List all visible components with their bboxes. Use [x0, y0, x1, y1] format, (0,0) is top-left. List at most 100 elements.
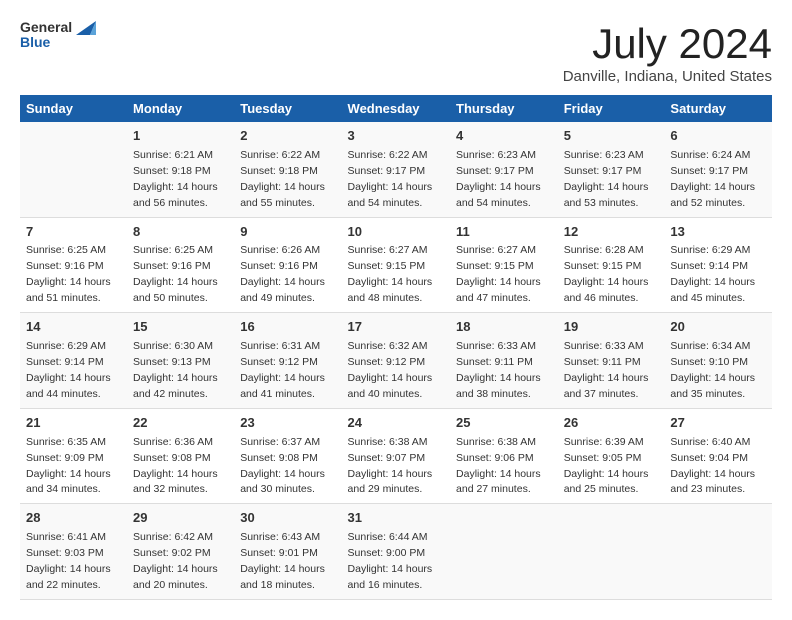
calendar-cell: 26 Sunrise: 6:39 AMSunset: 9:05 PMDaylig…: [558, 408, 665, 504]
calendar-cell: [664, 504, 772, 600]
calendar-cell: [20, 122, 127, 217]
day-number: 22: [133, 414, 228, 433]
cell-info: Sunrise: 6:27 AMSunset: 9:15 PMDaylight:…: [348, 244, 433, 304]
calendar-cell: 25 Sunrise: 6:38 AMSunset: 9:06 PMDaylig…: [450, 408, 558, 504]
calendar-cell: 11 Sunrise: 6:27 AMSunset: 9:15 PMDaylig…: [450, 217, 558, 313]
calendar-cell: 4 Sunrise: 6:23 AMSunset: 9:17 PMDayligh…: [450, 122, 558, 217]
cell-info: Sunrise: 6:38 AMSunset: 9:06 PMDaylight:…: [456, 436, 541, 496]
cell-info: Sunrise: 6:27 AMSunset: 9:15 PMDaylight:…: [456, 244, 541, 304]
calendar-cell: 17 Sunrise: 6:32 AMSunset: 9:12 PMDaylig…: [342, 313, 450, 409]
day-number: 28: [26, 509, 121, 528]
day-number: 8: [133, 223, 228, 242]
cell-info: Sunrise: 6:32 AMSunset: 9:12 PMDaylight:…: [348, 340, 433, 400]
cell-info: Sunrise: 6:39 AMSunset: 9:05 PMDaylight:…: [564, 436, 649, 496]
calendar-cell: 21 Sunrise: 6:35 AMSunset: 9:09 PMDaylig…: [20, 408, 127, 504]
cell-info: Sunrise: 6:29 AMSunset: 9:14 PMDaylight:…: [26, 340, 111, 400]
day-number: 1: [133, 127, 228, 146]
day-number: 26: [564, 414, 659, 433]
day-number: 4: [456, 127, 552, 146]
calendar-cell: 30 Sunrise: 6:43 AMSunset: 9:01 PMDaylig…: [234, 504, 341, 600]
day-number: 17: [348, 318, 444, 337]
day-number: 3: [348, 127, 444, 146]
calendar-cell: 14 Sunrise: 6:29 AMSunset: 9:14 PMDaylig…: [20, 313, 127, 409]
day-number: 9: [240, 223, 335, 242]
calendar-cell: 24 Sunrise: 6:38 AMSunset: 9:07 PMDaylig…: [342, 408, 450, 504]
cell-info: Sunrise: 6:34 AMSunset: 9:10 PMDaylight:…: [670, 340, 755, 400]
cell-info: Sunrise: 6:30 AMSunset: 9:13 PMDaylight:…: [133, 340, 218, 400]
calendar-cell: 5 Sunrise: 6:23 AMSunset: 9:17 PMDayligh…: [558, 122, 665, 217]
calendar-cell: 15 Sunrise: 6:30 AMSunset: 9:13 PMDaylig…: [127, 313, 234, 409]
cell-info: Sunrise: 6:44 AMSunset: 9:00 PMDaylight:…: [348, 531, 433, 591]
day-number: 7: [26, 223, 121, 242]
day-header-sunday: Sunday: [20, 95, 127, 122]
day-header-tuesday: Tuesday: [234, 95, 341, 122]
cell-info: Sunrise: 6:21 AMSunset: 9:18 PMDaylight:…: [133, 149, 218, 209]
calendar-week-1: 1 Sunrise: 6:21 AMSunset: 9:18 PMDayligh…: [20, 122, 772, 217]
day-number: 6: [670, 127, 766, 146]
calendar-week-3: 14 Sunrise: 6:29 AMSunset: 9:14 PMDaylig…: [20, 313, 772, 409]
day-number: 25: [456, 414, 552, 433]
day-number: 23: [240, 414, 335, 433]
cell-info: Sunrise: 6:33 AMSunset: 9:11 PMDaylight:…: [564, 340, 649, 400]
logo: General Blue: [20, 20, 96, 51]
cell-info: Sunrise: 6:22 AMSunset: 9:17 PMDaylight:…: [348, 149, 433, 209]
day-header-monday: Monday: [127, 95, 234, 122]
calendar-cell: 18 Sunrise: 6:33 AMSunset: 9:11 PMDaylig…: [450, 313, 558, 409]
logo-bird-icon: [76, 21, 96, 49]
calendar-cell: 31 Sunrise: 6:44 AMSunset: 9:00 PMDaylig…: [342, 504, 450, 600]
calendar-cell: 12 Sunrise: 6:28 AMSunset: 9:15 PMDaylig…: [558, 217, 665, 313]
cell-info: Sunrise: 6:31 AMSunset: 9:12 PMDaylight:…: [240, 340, 325, 400]
day-number: 27: [670, 414, 766, 433]
calendar-cell: 27 Sunrise: 6:40 AMSunset: 9:04 PMDaylig…: [664, 408, 772, 504]
calendar-cell: 16 Sunrise: 6:31 AMSunset: 9:12 PMDaylig…: [234, 313, 341, 409]
cell-info: Sunrise: 6:43 AMSunset: 9:01 PMDaylight:…: [240, 531, 325, 591]
logo-general: General: [20, 20, 72, 35]
cell-info: Sunrise: 6:26 AMSunset: 9:16 PMDaylight:…: [240, 244, 325, 304]
title-block: July 2024 Danville, Indiana, United Stat…: [563, 20, 772, 85]
day-number: 21: [26, 414, 121, 433]
cell-info: Sunrise: 6:28 AMSunset: 9:15 PMDaylight:…: [564, 244, 649, 304]
calendar-cell: 3 Sunrise: 6:22 AMSunset: 9:17 PMDayligh…: [342, 122, 450, 217]
day-number: 19: [564, 318, 659, 337]
calendar-cell: 23 Sunrise: 6:37 AMSunset: 9:08 PMDaylig…: [234, 408, 341, 504]
day-header-thursday: Thursday: [450, 95, 558, 122]
day-number: 24: [348, 414, 444, 433]
cell-info: Sunrise: 6:23 AMSunset: 9:17 PMDaylight:…: [456, 149, 541, 209]
day-header-wednesday: Wednesday: [342, 95, 450, 122]
calendar-cell: 8 Sunrise: 6:25 AMSunset: 9:16 PMDayligh…: [127, 217, 234, 313]
cell-info: Sunrise: 6:35 AMSunset: 9:09 PMDaylight:…: [26, 436, 111, 496]
calendar-cell: [558, 504, 665, 600]
calendar-cell: 20 Sunrise: 6:34 AMSunset: 9:10 PMDaylig…: [664, 313, 772, 409]
day-number: 29: [133, 509, 228, 528]
cell-info: Sunrise: 6:33 AMSunset: 9:11 PMDaylight:…: [456, 340, 541, 400]
cell-info: Sunrise: 6:24 AMSunset: 9:17 PMDaylight:…: [670, 149, 755, 209]
calendar-cell: 10 Sunrise: 6:27 AMSunset: 9:15 PMDaylig…: [342, 217, 450, 313]
day-number: 13: [670, 223, 766, 242]
calendar-week-4: 21 Sunrise: 6:35 AMSunset: 9:09 PMDaylig…: [20, 408, 772, 504]
day-number: 15: [133, 318, 228, 337]
day-number: 2: [240, 127, 335, 146]
day-number: 18: [456, 318, 552, 337]
cell-info: Sunrise: 6:25 AMSunset: 9:16 PMDaylight:…: [26, 244, 111, 304]
month-title: July 2024: [563, 20, 772, 68]
cell-info: Sunrise: 6:36 AMSunset: 9:08 PMDaylight:…: [133, 436, 218, 496]
cell-info: Sunrise: 6:29 AMSunset: 9:14 PMDaylight:…: [670, 244, 755, 304]
calendar-cell: [450, 504, 558, 600]
page-header: General Blue July 2024 Danville, Indiana…: [20, 20, 772, 85]
day-number: 12: [564, 223, 659, 242]
cell-info: Sunrise: 6:37 AMSunset: 9:08 PMDaylight:…: [240, 436, 325, 496]
cell-info: Sunrise: 6:42 AMSunset: 9:02 PMDaylight:…: [133, 531, 218, 591]
calendar-cell: 28 Sunrise: 6:41 AMSunset: 9:03 PMDaylig…: [20, 504, 127, 600]
day-number: 16: [240, 318, 335, 337]
cell-info: Sunrise: 6:23 AMSunset: 9:17 PMDaylight:…: [564, 149, 649, 209]
calendar-cell: 7 Sunrise: 6:25 AMSunset: 9:16 PMDayligh…: [20, 217, 127, 313]
day-number: 11: [456, 223, 552, 242]
calendar-cell: 29 Sunrise: 6:42 AMSunset: 9:02 PMDaylig…: [127, 504, 234, 600]
day-number: 31: [348, 509, 444, 528]
calendar-cell: 22 Sunrise: 6:36 AMSunset: 9:08 PMDaylig…: [127, 408, 234, 504]
day-header-saturday: Saturday: [664, 95, 772, 122]
location: Danville, Indiana, United States: [563, 68, 772, 85]
day-number: 20: [670, 318, 766, 337]
day-number: 5: [564, 127, 659, 146]
calendar-week-2: 7 Sunrise: 6:25 AMSunset: 9:16 PMDayligh…: [20, 217, 772, 313]
